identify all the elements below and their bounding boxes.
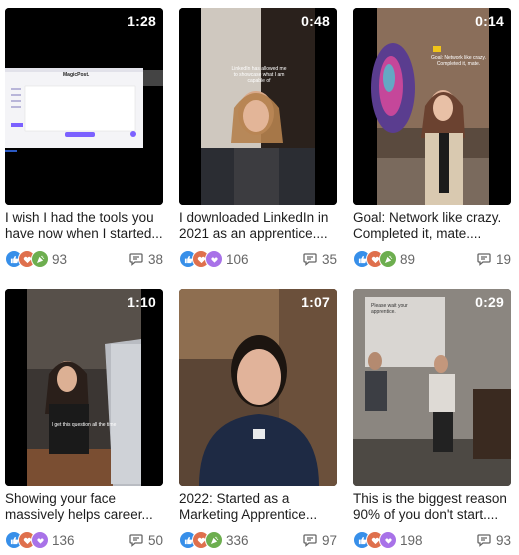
support-reaction-icon	[379, 531, 397, 549]
video-card[interactable]: 0:48 LinkedIn has allowed me to showcase…	[179, 8, 337, 269]
thumbnail-image	[353, 8, 511, 205]
comment-count: 35	[321, 251, 337, 267]
video-title[interactable]: Goal: Network like crazy. Completed it, …	[353, 210, 511, 242]
video-card[interactable]: 1:28 MagicPost. I wish I had the tools y…	[5, 8, 163, 269]
video-title[interactable]: I wish I had the tools you have now when…	[5, 210, 163, 242]
video-grid: 1:28 MagicPost. I wish I had the tools y…	[0, 0, 519, 555]
thumbnail-image	[179, 8, 337, 205]
reactions[interactable]: 93	[5, 250, 67, 268]
overlay-text: Goal: Network like crazy. Completed it, …	[431, 55, 486, 67]
overlay-text: LinkedIn has allowed me to showcase what…	[231, 66, 287, 84]
video-card[interactable]: 0:14 Goal: Network like crazy. Completed…	[353, 8, 511, 269]
comment-icon	[129, 534, 143, 547]
support-reaction-icon	[31, 531, 49, 549]
video-meta: 198 93	[353, 530, 511, 550]
video-thumbnail[interactable]: 0:29 Please wait your apprentice.	[353, 289, 511, 486]
reaction-count: 89	[400, 251, 416, 267]
comments[interactable]: 50	[128, 532, 163, 548]
video-thumbnail[interactable]: 1:07	[179, 289, 337, 486]
comment-count: 38	[147, 251, 163, 267]
comment-count: 19	[495, 251, 511, 267]
video-title[interactable]: Showing your face massively helps career…	[5, 491, 163, 523]
comments[interactable]: 35	[302, 251, 337, 267]
video-thumbnail[interactable]: 0:48 LinkedIn has allowed me to showcase…	[179, 8, 337, 205]
video-card[interactable]: 0:29 Please wait your apprentice. This i…	[353, 289, 511, 550]
thumbnail-image	[5, 289, 163, 486]
overlay-text: I get this question all the time	[51, 422, 117, 428]
reaction-count: 136	[52, 532, 75, 548]
comment-count: 93	[495, 532, 511, 548]
thumbnail-image	[179, 289, 337, 486]
overlay-text: Please wait your apprentice.	[371, 303, 408, 315]
reactions[interactable]: 336	[179, 531, 249, 549]
video-meta: 89 19	[353, 249, 511, 269]
duration-badge: 1:28	[127, 13, 156, 29]
comment-icon	[303, 534, 317, 547]
reactions[interactable]: 106	[179, 250, 249, 268]
reactions[interactable]: 198	[353, 531, 423, 549]
video-meta: 136 50	[5, 530, 163, 550]
comments[interactable]: 97	[302, 532, 337, 548]
celebrate-reaction-icon	[31, 250, 49, 268]
duration-badge: 0:48	[301, 13, 330, 29]
duration-badge: 0:14	[475, 13, 504, 29]
comment-icon	[477, 534, 491, 547]
video-thumbnail[interactable]: 0:14 Goal: Network like crazy. Completed…	[353, 8, 511, 205]
reactions[interactable]: 136	[5, 531, 75, 549]
duration-badge: 1:10	[127, 294, 156, 310]
celebrate-reaction-icon	[205, 531, 223, 549]
video-card[interactable]: 1:10 I get this question all the time Sh…	[5, 289, 163, 550]
comment-icon	[303, 253, 317, 266]
comments[interactable]: 38	[128, 251, 163, 267]
thumbnail-image	[5, 8, 163, 205]
thumbnail-image	[353, 289, 511, 486]
reactions[interactable]: 89	[353, 250, 415, 268]
comments[interactable]: 93	[476, 532, 511, 548]
comment-icon	[477, 253, 491, 266]
support-reaction-icon	[205, 250, 223, 268]
video-meta: 93 38	[5, 249, 163, 269]
video-title[interactable]: This is the biggest reason 90% of you do…	[353, 491, 511, 523]
comment-icon	[129, 253, 143, 266]
video-title[interactable]: 2022: Started as a Marketing Apprentice.…	[179, 491, 337, 523]
celebrate-reaction-icon	[379, 250, 397, 268]
reaction-count: 336	[226, 532, 249, 548]
duration-badge: 1:07	[301, 294, 330, 310]
video-meta: 336 97	[179, 530, 337, 550]
comments[interactable]: 19	[476, 251, 511, 267]
comment-count: 97	[321, 532, 337, 548]
overlay-text: MagicPost.	[63, 72, 90, 78]
reaction-count: 198	[400, 532, 423, 548]
video-title[interactable]: I downloaded LinkedIn in 2021 as an appr…	[179, 210, 337, 242]
video-meta: 106 35	[179, 249, 337, 269]
comment-count: 50	[147, 532, 163, 548]
video-card[interactable]: 1:07 2022: Started as a Marketing Appren…	[179, 289, 337, 550]
reaction-count: 106	[226, 251, 249, 267]
duration-badge: 0:29	[475, 294, 504, 310]
video-thumbnail[interactable]: 1:10 I get this question all the time	[5, 289, 163, 486]
video-thumbnail[interactable]: 1:28 MagicPost.	[5, 8, 163, 205]
reaction-count: 93	[52, 251, 68, 267]
